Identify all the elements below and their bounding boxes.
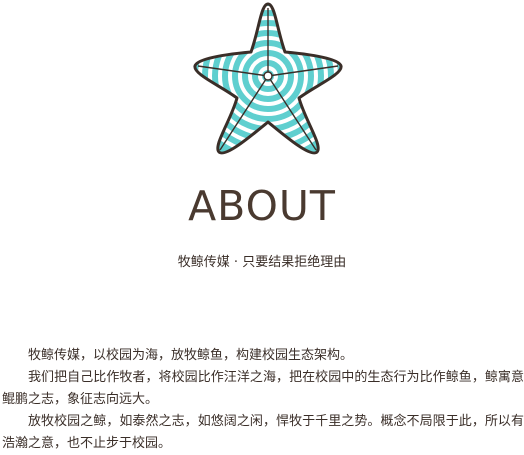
about-paragraph: 牧鲸传媒，以校园为海，放牧鲸鱼，构建校园生态架构。	[28, 348, 354, 363]
about-paragraph: 我们把自己比作牧者，将校园比作汪洋之海，把在校园中的生态行为比作鲸鱼，鲸寓意鲲鹏…	[2, 370, 524, 407]
starfish-icon	[193, 2, 343, 155]
about-paragraph: 放牧校园之鲸，如泰然之志，如悠阔之闲，悍牧于千里之势。概念不局限于此，所以有浩瀚…	[2, 414, 524, 451]
starfish-logo	[189, 0, 347, 160]
page-title: ABOUT	[188, 182, 336, 230]
about-text: 牧鲸传媒，以校园为海，放牧鲸鱼，构建校园生态架构。 我们把自己比作牧者，将校园比…	[2, 345, 524, 455]
tagline: 牧鲸传媒 · 只要结果拒绝理由	[177, 255, 347, 270]
